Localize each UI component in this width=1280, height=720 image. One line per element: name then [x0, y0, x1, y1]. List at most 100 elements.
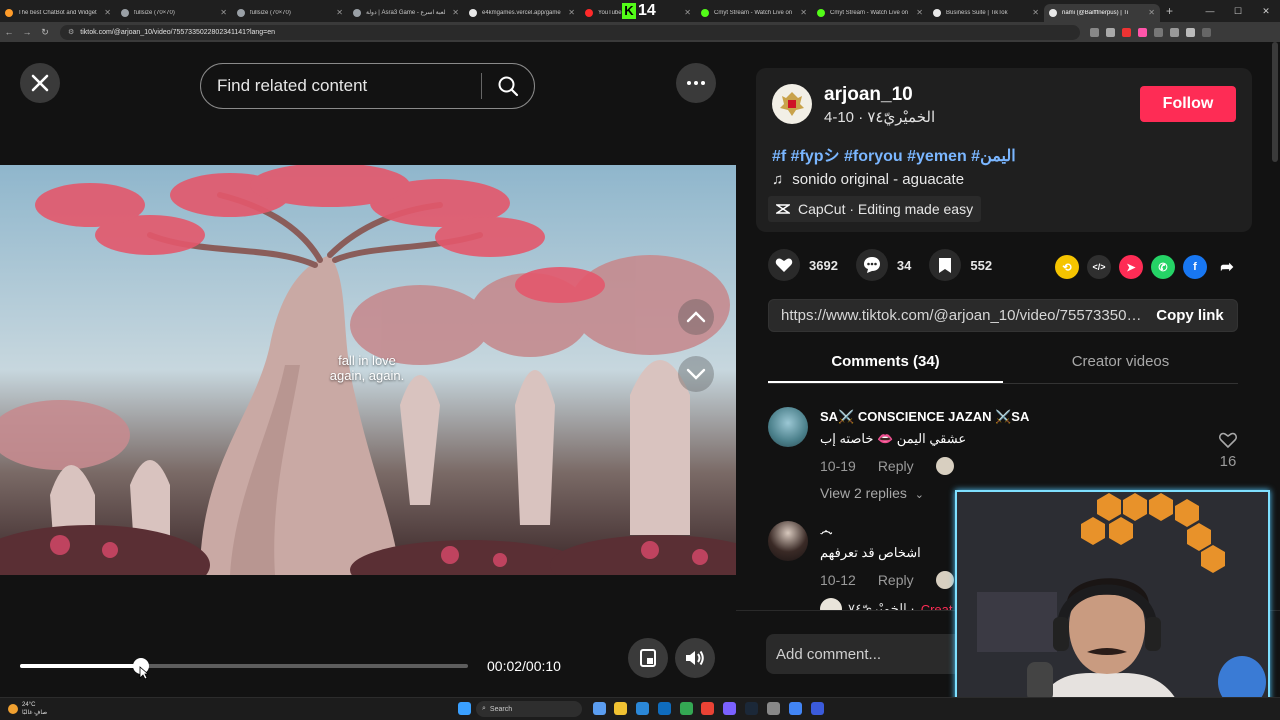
- whatsapp-icon[interactable]: ✆: [1151, 255, 1175, 279]
- search-button[interactable]: [482, 75, 534, 97]
- taskbar-app-icon[interactable]: [614, 702, 627, 715]
- browser-tab[interactable]: e4kmgames.vercel.app/game ✕: [464, 4, 580, 22]
- author-avatar[interactable]: [772, 84, 812, 124]
- windows-start-icon[interactable]: [458, 702, 471, 715]
- site-info-icon[interactable]: ⚙: [68, 28, 74, 36]
- tab-close-icon[interactable]: ✕: [452, 8, 459, 17]
- browser-tab[interactable]: دولة | Asra3 Game - لعبة اسرع ✕: [348, 4, 464, 22]
- commenter-name[interactable]: SA⚔️ CONSCIENCE JAZAN ⚔️SA: [820, 409, 1029, 425]
- tab-comments[interactable]: Comments (34): [768, 342, 1003, 383]
- progress-fill: [20, 664, 141, 668]
- facebook-icon[interactable]: f: [1183, 255, 1207, 279]
- browser-tab[interactable]: Cmyt Stream - Watch Live on ✕: [696, 4, 812, 22]
- tab-close-icon[interactable]: ✕: [800, 8, 807, 17]
- tab-favicon-icon: [701, 8, 709, 17]
- extension-icon[interactable]: [1202, 27, 1211, 37]
- browser-tab[interactable]: fullsize (70×70) ✕: [116, 4, 232, 22]
- repost-icon[interactable]: ⟲: [1055, 255, 1079, 279]
- minimize-button[interactable]: —: [1196, 6, 1224, 16]
- commenter-avatar[interactable]: [768, 521, 808, 561]
- tab-creator-videos[interactable]: Creator videos: [1003, 342, 1238, 383]
- heart-outline-icon: [1218, 432, 1238, 449]
- bookmark-icon[interactable]: [929, 249, 962, 281]
- commenter-avatar[interactable]: [768, 407, 808, 447]
- save-stat[interactable]: 552: [929, 249, 992, 281]
- music-link[interactable]: ♫ sonido original - aguacate: [772, 171, 964, 188]
- send-to-friends-icon[interactable]: ➤: [1119, 255, 1143, 279]
- tab-close-icon[interactable]: ✕: [916, 8, 923, 17]
- comment-icon[interactable]: [855, 249, 888, 281]
- extension-icon[interactable]: [1122, 27, 1131, 37]
- volume-icon: [686, 650, 704, 666]
- comment-text: عشقي اليمن 👄 خاصته إب: [820, 431, 967, 446]
- copy-link-button[interactable]: Copy link: [1143, 307, 1237, 324]
- related-search-input[interactable]: Find related content: [200, 63, 535, 109]
- author-username[interactable]: arjoan_10: [824, 84, 913, 106]
- video-progress[interactable]: 00:02/00:10: [20, 654, 580, 678]
- taskbar-app-icon[interactable]: [811, 702, 824, 715]
- forward-icon[interactable]: →: [18, 27, 36, 37]
- post-hashtags[interactable]: #f #fypシ #foryou #yemen #اليمن: [772, 142, 1016, 166]
- taskbar-app-icon[interactable]: [636, 702, 649, 715]
- video-link[interactable]: https://www.tiktok.com/@arjoan_10/video/…: [769, 307, 1143, 324]
- close-window-button[interactable]: ✕: [1252, 6, 1280, 17]
- browser-tab[interactable]: fullsize (70×70) ✕: [232, 4, 348, 22]
- capcut-anchor[interactable]: CapCut · Editing made easy: [768, 196, 982, 222]
- webcam-scene: [957, 492, 1268, 710]
- tab-close-icon[interactable]: ✕: [336, 8, 343, 17]
- commenter-name[interactable]: ෴: [820, 523, 832, 539]
- more-options-button[interactable]: [676, 63, 716, 103]
- extension-icon[interactable]: [1138, 27, 1147, 37]
- taskbar-app-icon[interactable]: [658, 702, 671, 715]
- tab-favicon-icon: [585, 8, 593, 17]
- taskbar-app-icon[interactable]: [680, 702, 693, 715]
- taskbar-app-icon[interactable]: [593, 702, 606, 715]
- taskbar-app-icon[interactable]: [767, 702, 780, 715]
- tab-close-icon[interactable]: ✕: [568, 8, 575, 17]
- panel-scrollbar[interactable]: [1272, 42, 1278, 162]
- comment-like[interactable]: 16: [1216, 431, 1240, 470]
- comment-stat[interactable]: 34: [855, 249, 911, 281]
- tab-close-icon[interactable]: ✕: [684, 8, 691, 17]
- video-frame[interactable]: fall in love again, again.: [0, 165, 736, 575]
- embed-icon[interactable]: </>: [1087, 255, 1111, 279]
- browser-tab[interactable]: nami (@Baifffnerpus) | Ti ✕: [1044, 3, 1160, 22]
- taskbar-search[interactable]: ⌕ Search: [476, 701, 582, 717]
- browser-tab[interactable]: The best ChatBot and Widget ✕: [0, 4, 116, 22]
- tab-title: nami (@Baifffnerpus) | Ti: [1062, 9, 1129, 16]
- view-replies-button[interactable]: View 2 replies ⌄: [820, 485, 924, 501]
- weather-widget[interactable]: 24°C صافٍ غالبًا: [8, 701, 47, 717]
- previous-video-button[interactable]: [678, 299, 714, 335]
- close-video-button[interactable]: [20, 63, 60, 103]
- tab-close-icon[interactable]: ✕: [220, 8, 227, 17]
- tab-close-icon[interactable]: ✕: [1148, 8, 1155, 17]
- extension-icon[interactable]: [1154, 27, 1163, 37]
- share-arrow-icon[interactable]: ➦: [1215, 255, 1239, 279]
- floating-player-button[interactable]: [628, 638, 668, 678]
- extension-icon[interactable]: [1186, 27, 1195, 37]
- tab-close-icon[interactable]: ✕: [1032, 8, 1039, 17]
- heart-icon[interactable]: [768, 249, 800, 281]
- like-stat[interactable]: 3692: [768, 249, 838, 281]
- taskbar-app-icon[interactable]: [745, 702, 758, 715]
- reply-button[interactable]: Reply: [878, 572, 914, 588]
- volume-button[interactable]: [675, 638, 715, 678]
- back-icon[interactable]: ←: [0, 27, 18, 37]
- url-field[interactable]: ⚙ tiktok.com/@arjoan_10/video/7557335022…: [60, 24, 1080, 40]
- extension-icon[interactable]: [1170, 27, 1179, 37]
- browser-tab[interactable]: Cmyt Stream - Watch Live on ✕: [812, 4, 928, 22]
- taskbar-app-icon[interactable]: [701, 702, 714, 715]
- tab-close-icon[interactable]: ✕: [104, 8, 111, 17]
- taskbar-app-icon[interactable]: [723, 702, 736, 715]
- browser-tab[interactable]: Business Suite | TikTok ✕: [928, 4, 1044, 22]
- extension-icon[interactable]: [1090, 27, 1099, 37]
- reply-button[interactable]: Reply: [878, 458, 914, 474]
- taskbar-app-icon[interactable]: [789, 702, 802, 715]
- video-caption: fall in love again, again.: [322, 353, 412, 383]
- maximize-button[interactable]: ☐: [1224, 6, 1252, 17]
- next-video-button[interactable]: [678, 356, 714, 392]
- reload-icon[interactable]: ↻: [36, 27, 54, 38]
- follow-button[interactable]: Follow: [1140, 86, 1236, 122]
- extension-icon[interactable]: [1106, 27, 1115, 37]
- new-tab-button[interactable]: +: [1166, 4, 1180, 18]
